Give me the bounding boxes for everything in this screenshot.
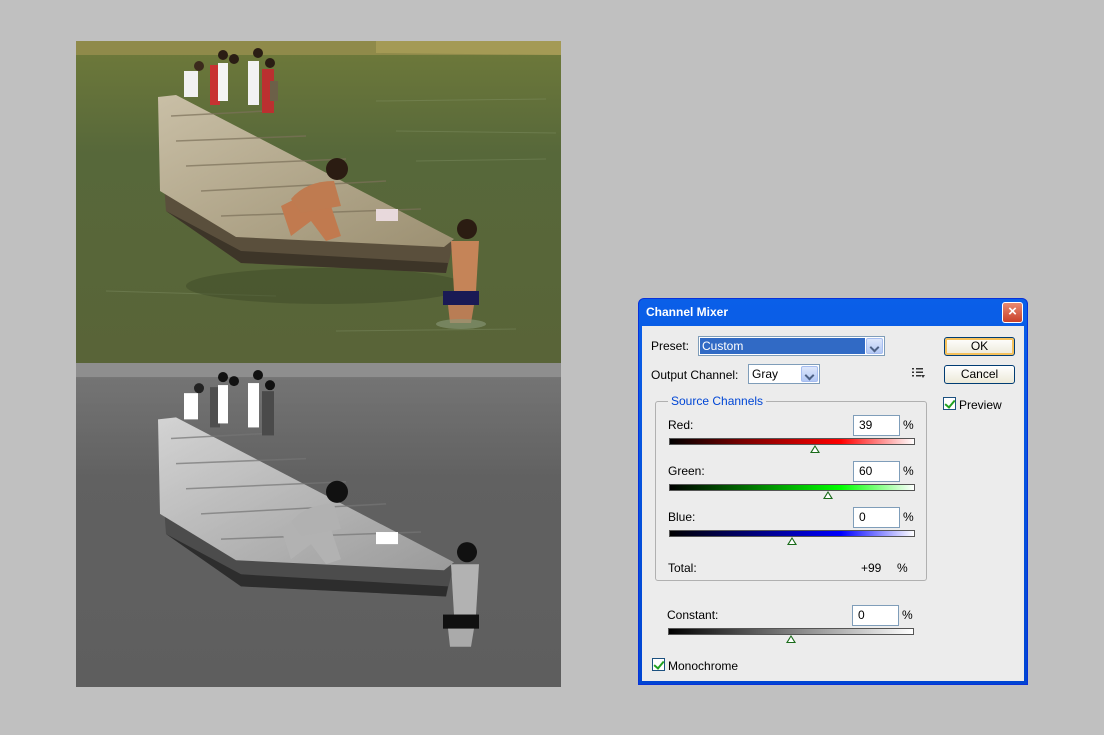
constant-slider-thumb[interactable] bbox=[786, 635, 796, 643]
blue-slider-thumb[interactable] bbox=[787, 537, 797, 545]
ok-button[interactable]: OK bbox=[944, 337, 1015, 356]
dialog-title-bar[interactable]: Channel Mixer × bbox=[642, 299, 1024, 326]
green-slider-thumb[interactable] bbox=[822, 491, 833, 499]
output-channel-value: Gray bbox=[752, 367, 779, 381]
red-unit: % bbox=[903, 418, 914, 432]
chevron-down-icon[interactable] bbox=[866, 338, 883, 354]
channel-mixer-dialog: Channel Mixer × Preset: Custom Output Ch… bbox=[638, 298, 1028, 685]
blue-unit: % bbox=[903, 510, 914, 524]
red-label: Red: bbox=[668, 418, 694, 432]
total-value: +99 bbox=[861, 561, 882, 575]
preset-label: Preset: bbox=[651, 339, 690, 353]
blue-input[interactable]: 0 bbox=[853, 507, 900, 528]
red-input[interactable]: 39 bbox=[853, 415, 900, 436]
close-icon[interactable]: × bbox=[1002, 302, 1023, 323]
blue-slider-track[interactable] bbox=[669, 530, 915, 537]
total-unit: % bbox=[897, 561, 908, 575]
blue-label: Blue: bbox=[668, 510, 696, 524]
preview-checkbox[interactable] bbox=[943, 397, 956, 410]
green-unit: % bbox=[903, 464, 914, 478]
dialog-body: Preset: Custom Output Channel: Gray OK C… bbox=[642, 326, 1024, 681]
monochrome-checkbox[interactable] bbox=[652, 658, 665, 671]
source-channels-title: Source Channels bbox=[668, 394, 767, 408]
output-channel-label: Output Channel: bbox=[651, 368, 739, 382]
red-slider-thumb[interactable] bbox=[810, 445, 821, 453]
preset-dropdown[interactable]: Custom bbox=[698, 336, 885, 356]
green-input[interactable]: 60 bbox=[853, 461, 900, 482]
green-slider-track[interactable] bbox=[669, 484, 915, 491]
monochrome-label: Monochrome bbox=[668, 659, 739, 673]
dialog-title: Channel Mixer bbox=[646, 305, 729, 319]
green-label: Green: bbox=[668, 464, 705, 478]
source-channels-group: Source Channels Red: 39 % Green: 60 % Bl… bbox=[655, 394, 927, 581]
output-channel-dropdown[interactable]: Gray bbox=[748, 364, 820, 384]
preset-options-menu-icon[interactable] bbox=[912, 367, 926, 379]
total-label: Total: bbox=[668, 561, 697, 575]
cancel-button[interactable]: Cancel bbox=[944, 365, 1015, 384]
monochrome-preview-photo bbox=[76, 363, 561, 687]
constant-label: Constant: bbox=[667, 608, 719, 622]
original-photo bbox=[76, 41, 561, 363]
chevron-down-icon[interactable] bbox=[801, 366, 818, 382]
constant-slider-track[interactable] bbox=[668, 628, 914, 635]
constant-unit: % bbox=[902, 608, 913, 622]
constant-input[interactable]: 0 bbox=[852, 605, 899, 626]
red-slider-track[interactable] bbox=[669, 438, 915, 445]
preset-value: Custom bbox=[700, 338, 865, 354]
preview-label: Preview bbox=[959, 398, 1002, 412]
